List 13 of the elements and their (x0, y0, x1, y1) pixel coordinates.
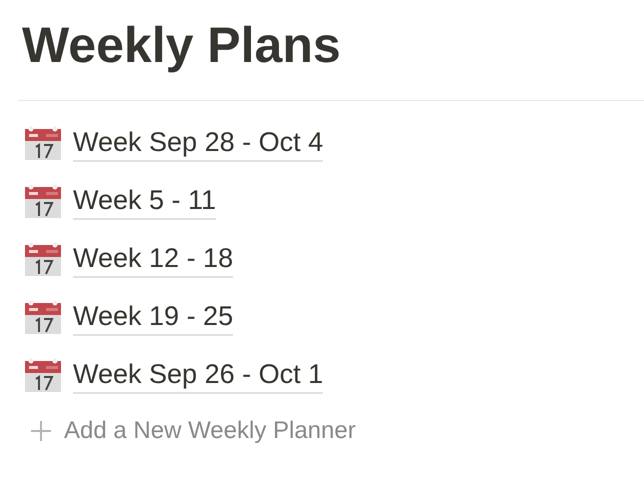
calendar-icon (24, 241, 62, 277)
page-link[interactable]: Week 19 - 25 (73, 298, 234, 336)
page-link[interactable]: Week Sep 28 - Oct 4 (73, 124, 324, 162)
add-page-button[interactable]: Add a New Weekly Planner (30, 413, 356, 449)
calendar-icon (24, 183, 62, 219)
page-title: Weekly Plans (21, 16, 341, 75)
calendar-icon (24, 299, 62, 335)
calendar-icon (24, 357, 62, 393)
page-link[interactable]: Week 12 - 18 (73, 240, 234, 278)
page-link[interactable]: Week 5 - 11 (73, 182, 216, 220)
calendar-icon (24, 125, 62, 161)
plus-icon (30, 420, 52, 442)
page-link[interactable]: Week Sep 26 - Oct 1 (73, 356, 324, 394)
